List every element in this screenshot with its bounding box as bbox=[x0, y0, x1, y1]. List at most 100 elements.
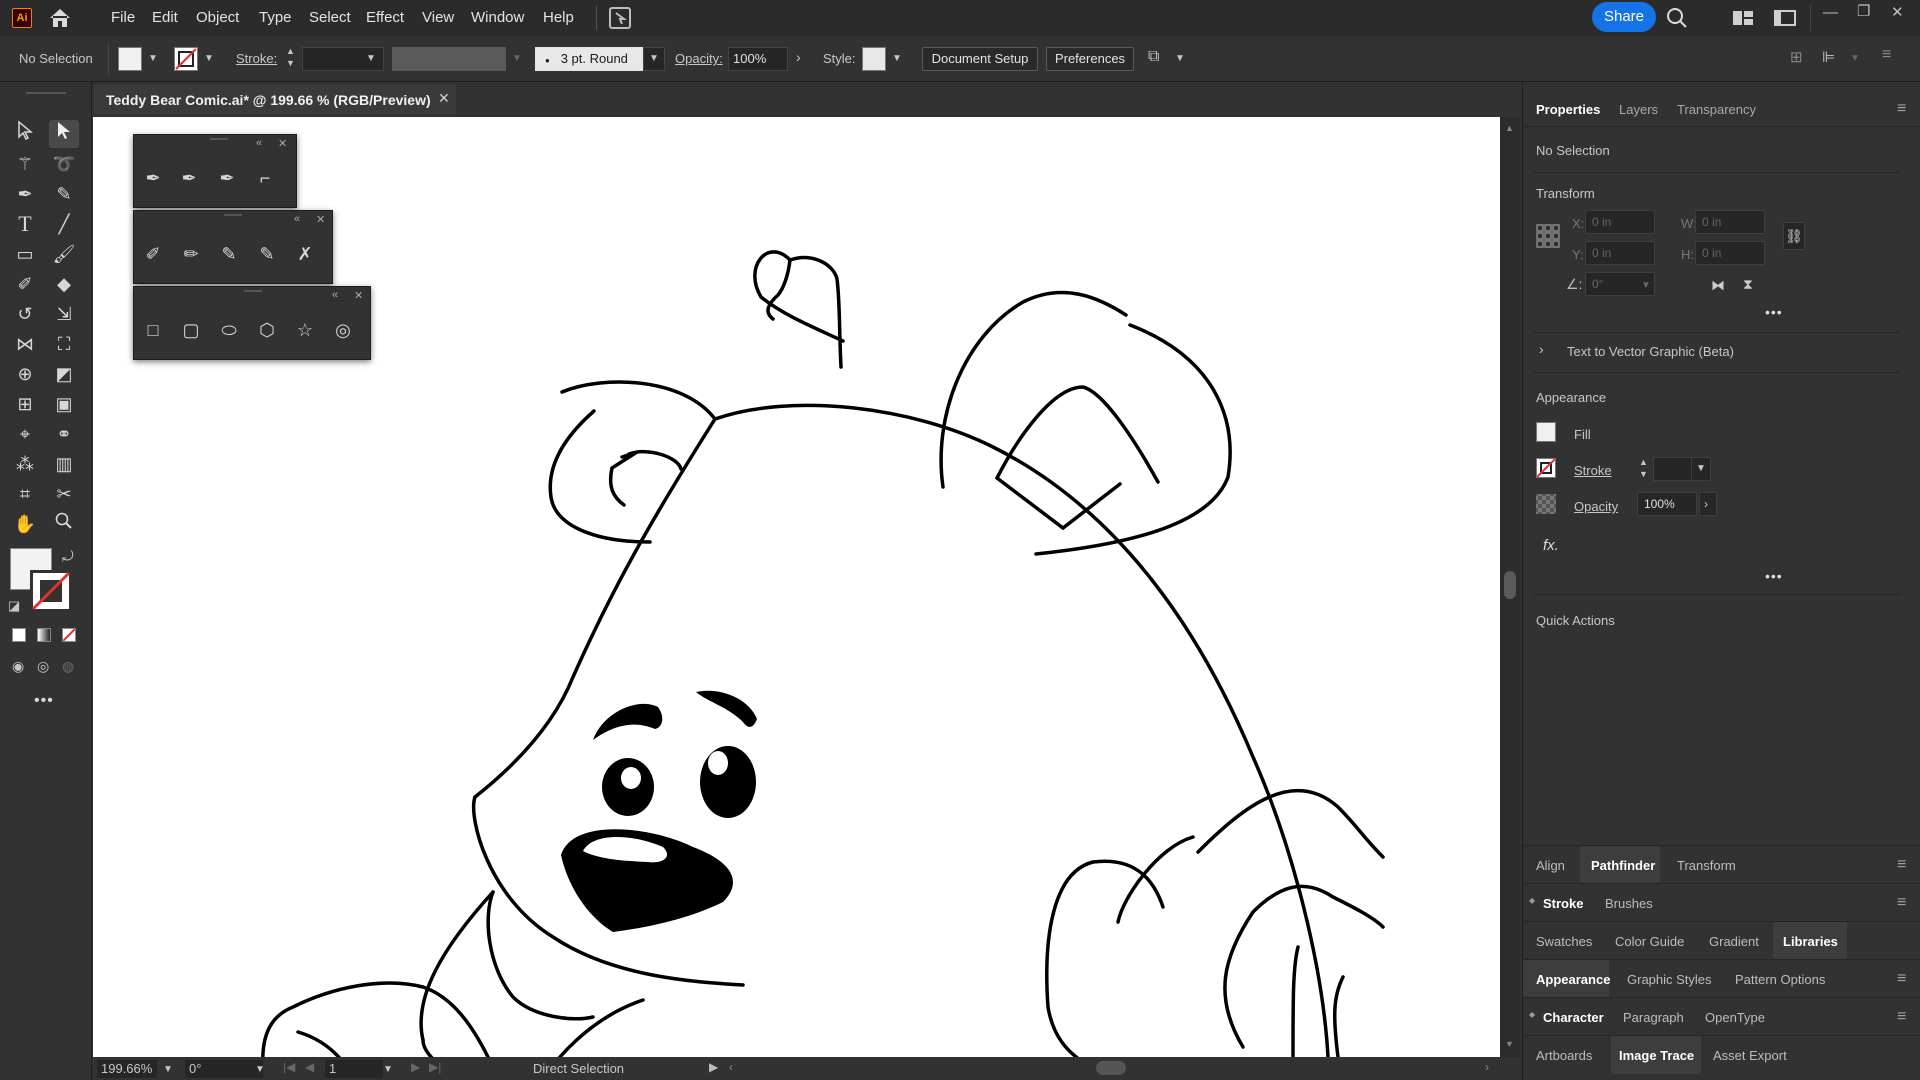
zoom-level[interactable]: 199.66% bbox=[97, 1060, 157, 1078]
curvature-tool-icon[interactable]: ✎ bbox=[49, 180, 79, 208]
rectangle-tool-icon[interactable]: ▭ bbox=[10, 240, 40, 268]
path-eraser-tool-icon[interactable]: ✎ bbox=[254, 241, 280, 267]
draw-inside-icon[interactable]: ◍ bbox=[62, 658, 74, 675]
last-artboard-icon[interactable]: ▶| bbox=[429, 1060, 441, 1074]
scroll-left-icon[interactable]: ‹ bbox=[729, 1060, 733, 1074]
fill-swatch[interactable] bbox=[1536, 422, 1556, 442]
eraser-tool-icon[interactable]: ◆ bbox=[49, 270, 79, 298]
tab-libraries[interactable]: Libraries bbox=[1783, 934, 1838, 949]
menu-edit[interactable]: Edit bbox=[152, 9, 178, 26]
h-input[interactable]: 0 in bbox=[1695, 241, 1765, 265]
tab-layers[interactable]: Layers bbox=[1619, 102, 1658, 117]
width-tool-icon[interactable]: ⋈ bbox=[10, 330, 40, 358]
shape-builder-tool-icon[interactable]: ⊕ bbox=[10, 360, 40, 388]
scroll-up-icon[interactable]: ▲ bbox=[1505, 123, 1514, 133]
stroke-color-swatch[interactable] bbox=[30, 570, 72, 612]
slice-tool-icon[interactable]: ✂ bbox=[49, 480, 79, 508]
document-tab[interactable]: Teddy Bear Comic.ai* @ 199.66 % (RGB/Pre… bbox=[94, 84, 456, 114]
first-artboard-icon[interactable]: |◀ bbox=[283, 1060, 295, 1074]
shaper-tool-icon[interactable]: ✐ bbox=[140, 241, 166, 267]
menu-object[interactable]: Object bbox=[196, 9, 239, 26]
flip-vertical-icon[interactable]: ⧗ bbox=[1743, 276, 1753, 293]
link-icon[interactable]: ⛓ bbox=[1783, 222, 1805, 250]
tab-pattern-options[interactable]: Pattern Options bbox=[1735, 972, 1825, 987]
add-anchor-point-tool-icon[interactable]: ✒ bbox=[176, 165, 202, 191]
zoom-tool-icon[interactable] bbox=[49, 510, 79, 538]
chevron-down-icon[interactable]: ▼ bbox=[383, 1064, 393, 1075]
chevron-down-icon[interactable]: ▼ bbox=[1175, 53, 1185, 64]
search-icon[interactable] bbox=[1666, 7, 1688, 32]
chevron-down-icon[interactable]: ▼ bbox=[892, 53, 902, 64]
menu-view[interactable]: View bbox=[422, 9, 454, 26]
tab-artboards[interactable]: Artboards bbox=[1536, 1048, 1592, 1063]
align-icon[interactable]: ⊞ bbox=[1790, 48, 1803, 66]
opacity-label[interactable]: Opacity bbox=[1574, 499, 1618, 514]
tab-gradient[interactable]: Gradient bbox=[1709, 934, 1759, 949]
share-button[interactable]: Share bbox=[1592, 2, 1656, 32]
tab-pathfinder[interactable]: Pathfinder bbox=[1591, 858, 1655, 873]
minimize-icon[interactable]: — bbox=[1823, 4, 1838, 21]
tab-transparency[interactable]: Transparency bbox=[1677, 102, 1756, 117]
chevron-down-icon[interactable]: ▼ bbox=[148, 53, 158, 64]
tab-brushes[interactable]: Brushes bbox=[1605, 896, 1653, 911]
tab-opentype[interactable]: OpenType bbox=[1705, 1010, 1765, 1025]
lasso-tool-icon[interactable]: ➰ bbox=[49, 150, 79, 178]
flip-horizontal-icon[interactable]: ⧓ bbox=[1711, 277, 1725, 294]
arrange-documents-icon[interactable]: ⧉ bbox=[1148, 48, 1159, 66]
menu-file[interactable]: File bbox=[111, 9, 135, 26]
panel-menu-icon[interactable]: ≡ bbox=[1897, 894, 1906, 912]
fx-icon[interactable]: fx. bbox=[1543, 537, 1559, 554]
menu-window[interactable]: Window bbox=[471, 9, 524, 26]
panel-menu-icon[interactable]: ≡ bbox=[1882, 46, 1891, 64]
scale-tool-icon[interactable]: ⇲ bbox=[49, 300, 79, 328]
column-graph-tool-icon[interactable]: ▥ bbox=[49, 450, 79, 478]
chevron-down-icon[interactable]: ▼ bbox=[1850, 53, 1860, 64]
blend-tool-icon[interactable]: ⚭ bbox=[49, 420, 79, 448]
eyedropper-tool-icon[interactable]: ⌖ bbox=[10, 420, 40, 448]
flare-tool-icon[interactable]: ◎ bbox=[330, 317, 356, 343]
tab-align[interactable]: Align bbox=[1536, 858, 1565, 873]
perspective-grid-tool-icon[interactable]: ◩ bbox=[49, 360, 79, 388]
x-input[interactable]: 0 in bbox=[1585, 210, 1655, 234]
stroke-stepper[interactable]: ▲ ▼ bbox=[1639, 456, 1648, 480]
tab-swatches[interactable]: Swatches bbox=[1536, 934, 1592, 949]
type-tool-icon[interactable]: T bbox=[10, 210, 40, 238]
paintbrush-tool-icon[interactable]: 🖌 bbox=[49, 240, 79, 268]
chevron-down-icon[interactable]: ▼ bbox=[255, 1064, 265, 1075]
panel-menu-icon[interactable]: ≡ bbox=[1897, 1008, 1906, 1026]
tab-asset-export[interactable]: Asset Export bbox=[1713, 1048, 1787, 1063]
pen-tool-icon[interactable]: ✒ bbox=[10, 180, 40, 208]
horizontal-scroll-thumb[interactable] bbox=[1096, 1061, 1126, 1075]
tab-graphic-styles[interactable]: Graphic Styles bbox=[1627, 972, 1712, 987]
close-panel-icon[interactable]: ✕ bbox=[354, 289, 363, 302]
fill-swatch[interactable] bbox=[118, 47, 142, 71]
more-options-icon[interactable]: ••• bbox=[1765, 304, 1783, 320]
delete-anchor-point-tool-icon[interactable]: ✒ bbox=[214, 165, 240, 191]
w-input[interactable]: 0 in bbox=[1695, 210, 1765, 234]
anchor-point-tool-icon[interactable]: ⌐ bbox=[252, 165, 278, 191]
opacity-input[interactable]: 100% bbox=[1637, 492, 1697, 516]
vertical-scrollbar[interactable]: ▲ ▼ bbox=[1500, 117, 1520, 1057]
arrange-icon[interactable] bbox=[1732, 10, 1754, 29]
color-mode-icon[interactable] bbox=[12, 628, 26, 642]
gradient-mode-icon[interactable] bbox=[37, 628, 51, 642]
stroke-label[interactable]: Stroke bbox=[1574, 463, 1612, 478]
draw-normal-icon[interactable]: ◉ bbox=[12, 658, 24, 675]
collapse-group-icon[interactable]: ◆ bbox=[1529, 1010, 1535, 1019]
line-segment-tool-icon[interactable]: ╱ bbox=[49, 210, 79, 238]
tab-appearance[interactable]: Appearance bbox=[1536, 972, 1610, 987]
reference-point-icon[interactable] bbox=[1536, 224, 1560, 248]
document-setup-button[interactable]: Document Setup bbox=[922, 47, 1038, 71]
shaper-tool-icon[interactable]: ✐ bbox=[10, 270, 40, 298]
artboard-tool-icon[interactable]: ⌗ bbox=[10, 480, 40, 508]
swap-fill-stroke-icon[interactable]: ⤾ bbox=[62, 548, 74, 565]
close-panel-icon[interactable]: ✕ bbox=[278, 137, 287, 150]
smooth-tool-icon[interactable]: ✎ bbox=[216, 241, 242, 267]
distribute-icon[interactable]: ⊫ bbox=[1822, 48, 1835, 66]
artboard-number[interactable]: 1 bbox=[325, 1060, 383, 1078]
rotate-tool-icon[interactable]: ↺ bbox=[10, 300, 40, 328]
menu-select[interactable]: Select bbox=[309, 9, 351, 26]
hand-tool-icon[interactable]: ✋ bbox=[10, 510, 40, 538]
default-fill-stroke-icon[interactable]: ◪ bbox=[8, 598, 20, 614]
gradient-tool-icon[interactable]: ▣ bbox=[49, 390, 79, 418]
